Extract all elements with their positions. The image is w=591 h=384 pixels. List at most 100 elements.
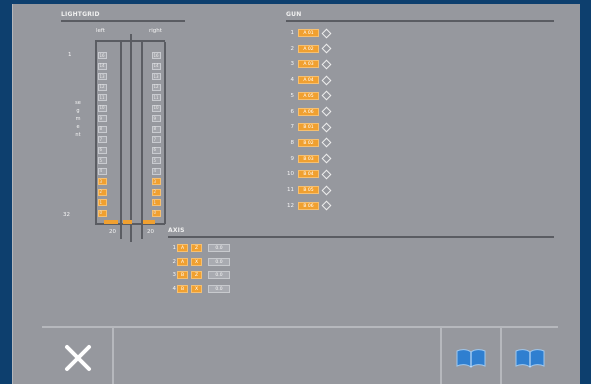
gun-chip[interactable]: A 01 xyxy=(298,29,319,37)
lightgrid-vertical-label: segment xyxy=(75,100,81,138)
lightgrid-right-cell-value: 4 xyxy=(153,168,157,173)
diamond-icon[interactable] xyxy=(321,185,332,195)
lightgrid-right-cell-value: 5 xyxy=(153,157,157,163)
lightgrid-rail-right-outer xyxy=(164,42,166,224)
gun-chip[interactable]: B 01 xyxy=(298,123,319,132)
lightgrid-title: LIGHTGRID xyxy=(61,11,100,18)
lightgrid-left-cell-value: 1 xyxy=(99,199,103,205)
lightgrid-left-cell-value: 11 xyxy=(99,94,105,100)
axis-title: AXIS xyxy=(168,227,185,234)
lightgrid-foot-right: 20 xyxy=(147,229,154,235)
gun-chip[interactable]: A 06 xyxy=(298,107,319,116)
axis-divider xyxy=(168,236,554,238)
axis-row-number: 4 xyxy=(172,285,177,292)
lightgrid-left-cell-value: 13 xyxy=(99,73,105,79)
lightgrid-left-cell-value: 0 xyxy=(99,210,103,215)
manual-button-2[interactable] xyxy=(514,347,546,369)
lightgrid-left-cell-value: 14 xyxy=(99,63,105,68)
lightgrid-top-index: 1 xyxy=(68,52,72,58)
axis-chip-b[interactable]: Z xyxy=(191,244,202,252)
lightgrid-top-bar xyxy=(95,40,165,42)
gun-chip[interactable]: A 04 xyxy=(298,76,319,85)
diamond-icon[interactable] xyxy=(321,137,332,148)
lightgrid-right-cell-value: 12 xyxy=(153,84,159,89)
gun-row-number: 9 xyxy=(290,155,295,162)
gun-title: GUN xyxy=(286,11,302,18)
axis-chip-b[interactable]: Z xyxy=(191,271,202,279)
gun-row-number: 11 xyxy=(287,187,294,193)
lightgrid-right-segment xyxy=(143,220,155,224)
gun-chip[interactable]: B 04 xyxy=(298,170,319,179)
lightgrid-right-cell-value: 8 xyxy=(153,126,157,131)
lightgrid-divider xyxy=(61,20,185,22)
lightgrid-center-segment xyxy=(123,220,132,224)
lightgrid-right-cell-value: 3 xyxy=(153,178,157,184)
axis-chip-a[interactable]: A xyxy=(177,244,188,252)
lightgrid-right-cell-value: 7 xyxy=(153,136,157,142)
lightgrid-right-cell-value: 6 xyxy=(153,147,157,152)
axis-chip-b[interactable]: X xyxy=(191,257,202,266)
gun-row-number: 8 xyxy=(290,139,295,146)
diamond-icon[interactable] xyxy=(321,122,332,133)
lightgrid-col-left-label: left xyxy=(96,28,105,34)
lightgrid-left-segment xyxy=(104,220,118,224)
diamond-icon[interactable] xyxy=(321,75,332,86)
close-button[interactable] xyxy=(62,342,94,374)
gun-row-number: 2 xyxy=(290,45,295,52)
lightgrid-left-cell-value: 12 xyxy=(99,84,105,89)
book-icon xyxy=(456,349,486,368)
gun-divider xyxy=(286,20,554,22)
lightgrid-right-cell-value: 9 xyxy=(153,115,157,121)
lightgrid-right-cell-value: 1 xyxy=(153,199,157,205)
gun-chip[interactable]: A 02 xyxy=(298,44,319,53)
diamond-icon[interactable] xyxy=(321,28,332,38)
axis-value[interactable]: 0.0 xyxy=(208,257,230,266)
axis-row-number: 2 xyxy=(172,258,177,265)
lightgrid-left-cell-value: 4 xyxy=(99,168,103,173)
lightgrid-right-cell-value: 14 xyxy=(153,63,159,68)
axis-chip-a[interactable]: A xyxy=(177,257,188,266)
gun-chip[interactable]: A 03 xyxy=(298,60,319,69)
lightgrid-rail-left-inner xyxy=(120,42,122,239)
lightgrid-left-cell-value: 6 xyxy=(99,147,103,152)
lightgrid-bottom-index: 32 xyxy=(63,212,70,218)
manual-button-1[interactable] xyxy=(455,347,487,369)
diamond-icon[interactable] xyxy=(321,90,332,101)
axis-row-number: 1 xyxy=(172,245,177,251)
gun-row-number: 6 xyxy=(290,108,295,115)
gun-row-number: 3 xyxy=(290,61,295,68)
axis-value[interactable]: 0.0 xyxy=(208,284,230,293)
gun-chip[interactable]: B 03 xyxy=(298,154,319,163)
book-icon xyxy=(515,349,545,368)
diamond-icon[interactable] xyxy=(321,169,332,180)
lightgrid-left-cell-value: 7 xyxy=(99,136,103,142)
lightgrid-right-cell-value: 10 xyxy=(153,105,159,110)
diamond-icon[interactable] xyxy=(321,153,332,164)
lightgrid-rail-left-outer xyxy=(95,42,97,224)
lightgrid-left-cell-value: 5 xyxy=(99,157,103,163)
toolbar-separator xyxy=(500,328,502,384)
lightgrid-left-cell-value: 9 xyxy=(99,115,103,121)
gun-row-number: 4 xyxy=(290,77,295,84)
lightgrid-left-cell-value: 3 xyxy=(99,178,103,184)
diamond-icon[interactable] xyxy=(321,200,332,211)
diamond-icon[interactable] xyxy=(321,59,332,70)
axis-chip-a[interactable]: B xyxy=(177,284,188,293)
lightgrid-col-right-label: right xyxy=(149,28,162,34)
gun-chip[interactable]: B 05 xyxy=(298,186,319,194)
diamond-icon[interactable] xyxy=(321,43,332,54)
lightgrid-left-cell-value: 16 xyxy=(99,52,105,58)
lightgrid-rail-center xyxy=(130,34,132,242)
axis-chip-a[interactable]: B xyxy=(177,271,188,279)
gun-chip[interactable]: B 02 xyxy=(298,138,319,147)
toolbar-separator xyxy=(112,328,114,384)
axis-value[interactable]: 0.0 xyxy=(208,271,230,279)
axis-chip-b[interactable]: X xyxy=(191,284,202,293)
lightgrid-right-cell-value: 0 xyxy=(153,210,157,215)
gun-chip[interactable]: A 05 xyxy=(298,91,319,100)
gun-chip[interactable]: B 06 xyxy=(298,201,319,210)
diamond-icon[interactable] xyxy=(321,106,332,117)
lightgrid-left-cell-value: 10 xyxy=(99,105,105,110)
axis-value[interactable]: 0.0 xyxy=(208,244,230,252)
toolbar-separator xyxy=(440,328,442,384)
